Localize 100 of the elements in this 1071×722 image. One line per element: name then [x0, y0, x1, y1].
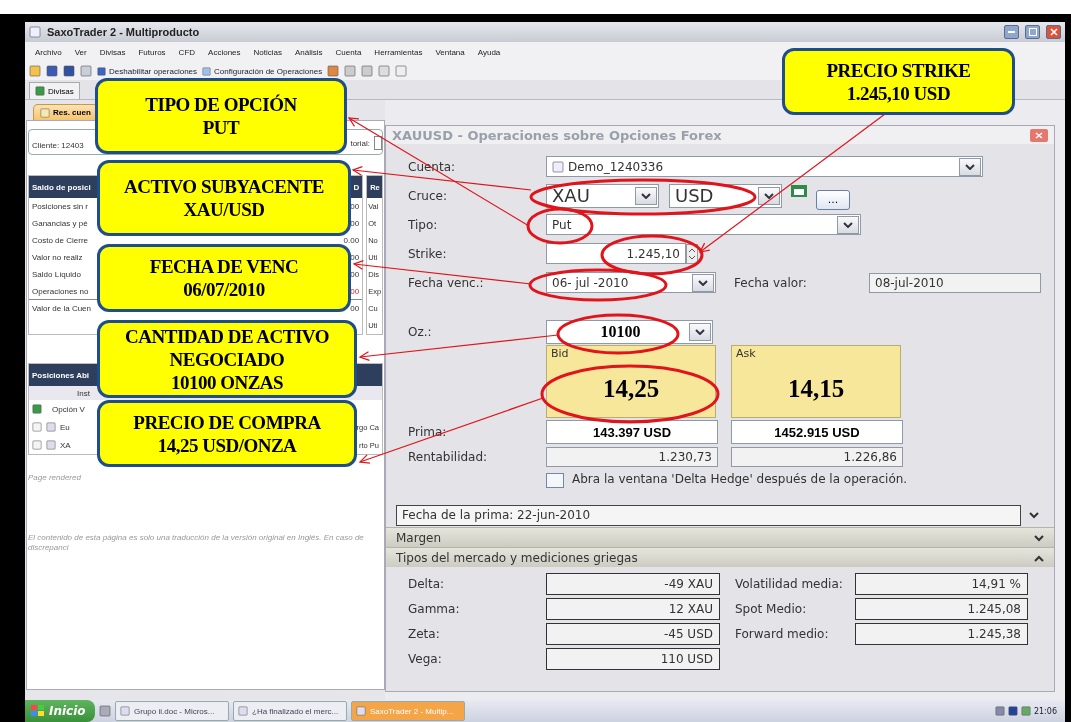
close-icon — [1035, 131, 1043, 139]
toolbar-button-icon — [202, 66, 212, 76]
value-field: 1.245,38 — [855, 623, 1028, 645]
header-text: Posiciones Abi — [32, 370, 90, 380]
window-icon — [238, 706, 248, 716]
field-label: Tipo: — [408, 217, 439, 232]
menu-item[interactable]: Ventana — [435, 47, 465, 57]
more-button[interactable]: ... — [816, 189, 850, 210]
window-icon — [120, 706, 130, 716]
menu-item[interactable]: Noticias — [253, 47, 282, 57]
menu-item[interactable]: Herramientas — [374, 47, 423, 57]
menu-item[interactable]: Análisis — [295, 47, 323, 57]
checkbox[interactable] — [546, 473, 564, 488]
row-label: Saldo Líquido — [32, 270, 81, 279]
row-label: Valor de la Cuen — [32, 304, 91, 313]
toolbar-icon — [361, 65, 374, 77]
row-label: Valor no realiz — [32, 253, 83, 262]
window-title: SaxoTrader 2 - Multiproducto — [47, 26, 201, 38]
callout: FECHA DE VENC 06/07/2010 — [97, 244, 351, 312]
toolbar-button[interactable]: Deshabilitar operaciones — [97, 66, 198, 76]
chevron-icon — [695, 329, 705, 335]
field-label: Volatilidad media: — [734, 578, 844, 590]
menu-item[interactable]: Acciones — [208, 47, 241, 57]
table-cell: Eu — [60, 422, 70, 432]
field-label: Spot Medio: — [734, 603, 808, 615]
toolbar-button[interactable]: Configuración de Operaciones — [202, 66, 323, 76]
spinner-icon — [686, 243, 698, 264]
tray-icon — [1007, 706, 1018, 716]
menu-item[interactable]: Archivo — [35, 47, 62, 57]
section-header[interactable]: Margen — [386, 527, 1054, 547]
account-select[interactable]: Demo_1240336 — [546, 156, 983, 177]
currency-select[interactable]: USD — [669, 183, 782, 208]
taskbar-item[interactable]: Grupo ii.doc - Micros... — [115, 701, 229, 721]
tray-icon — [1020, 706, 1031, 716]
field-label: Strike: — [408, 246, 448, 261]
menu-item[interactable]: Futuros — [138, 47, 166, 57]
chevron-icon[interactable] — [1034, 534, 1044, 542]
toolbar-button-icon — [97, 66, 106, 76]
header-text: Saldo de posici — [32, 182, 91, 192]
close-icon — [1049, 28, 1058, 36]
strike-field[interactable]: 1.245,10 — [546, 243, 686, 264]
quick-launch-icon — [99, 705, 111, 717]
row-label: Ganancias y pé — [32, 219, 88, 228]
menu-item[interactable]: Cuenta — [335, 47, 362, 57]
dropdown-button[interactable] — [837, 215, 859, 234]
chevron-icon[interactable] — [1034, 554, 1044, 562]
field-label: Rentabilidad: — [408, 450, 489, 464]
date-select[interactable]: 06- jul -2010 — [546, 272, 716, 293]
input-field[interactable] — [374, 136, 382, 150]
quote-panel[interactable]: Bid 14,25 — [546, 345, 716, 418]
dropdown-button[interactable] — [692, 273, 714, 292]
menu-item[interactable]: Ver — [74, 47, 87, 57]
client-label: Cliente: 12403 — [32, 141, 84, 150]
currency-select[interactable]: XAU — [546, 183, 659, 208]
note-text: Page rendered — [28, 473, 82, 483]
value-field: 12 XAU — [546, 598, 720, 620]
close-button[interactable] — [1030, 128, 1048, 142]
field-label: Gamma: — [408, 603, 461, 615]
dropdown-button[interactable] — [635, 186, 657, 205]
row-value: 00 — [350, 202, 360, 211]
maximize-button[interactable] — [1025, 25, 1040, 39]
row-value: 00 — [350, 304, 360, 313]
menu-item[interactable]: Divisas — [99, 47, 126, 57]
taskbar-item[interactable]: ¿Ha finalizado el merc... — [233, 701, 347, 721]
return-field: 1.226,86 — [731, 447, 903, 467]
dropdown-button[interactable] — [959, 157, 981, 176]
return-field: 1.230,73 — [546, 447, 718, 467]
value-field: 110 USD — [546, 648, 720, 670]
menu-item[interactable]: Ayuda — [477, 47, 501, 57]
chevron-icon — [965, 163, 975, 170]
field-label: Fecha venc.: — [408, 275, 485, 290]
section-title: Tipos del mercado y mediciones griegas — [396, 550, 638, 565]
row-label: Operaciones no — [32, 286, 89, 296]
close-button[interactable] — [1046, 25, 1061, 39]
tab[interactable]: Res. cuen — [33, 104, 98, 120]
amount-select[interactable]: 10100 — [546, 320, 713, 344]
app-icon — [29, 26, 41, 38]
table-cell: XA — [60, 440, 71, 450]
premium-field: 1452.915 USD — [731, 420, 903, 444]
quote-label: Ask — [735, 346, 757, 361]
type-select[interactable]: Put — [546, 214, 861, 235]
section-title: Margen — [396, 530, 442, 545]
group-label: Opción V — [52, 404, 85, 414]
callout: PRECIO STRIKE 1.245,10 USD — [782, 48, 1015, 115]
tab-icon — [35, 86, 45, 96]
row-value: 00 — [350, 219, 360, 228]
section-header[interactable]: Tipos del mercado y mediciones griegas — [386, 547, 1054, 567]
chevron-icon[interactable] — [1029, 512, 1039, 519]
dropdown-button[interactable] — [689, 323, 711, 341]
dropdown-button[interactable] — [758, 186, 780, 205]
header-text: D — [353, 182, 360, 192]
chevron-icon — [641, 192, 651, 199]
row-label: Posiciones sin r — [32, 202, 89, 211]
minimize-button[interactable] — [1004, 25, 1019, 39]
tab[interactable]: Divisas — [29, 82, 80, 99]
row-value: 00 — [350, 286, 360, 296]
quote-panel[interactable]: Ask 14,15 — [731, 345, 901, 418]
menu-item[interactable]: CFD — [178, 47, 196, 57]
field-label: Oz.: — [408, 325, 433, 339]
field-label: Fecha valor: — [734, 275, 808, 290]
